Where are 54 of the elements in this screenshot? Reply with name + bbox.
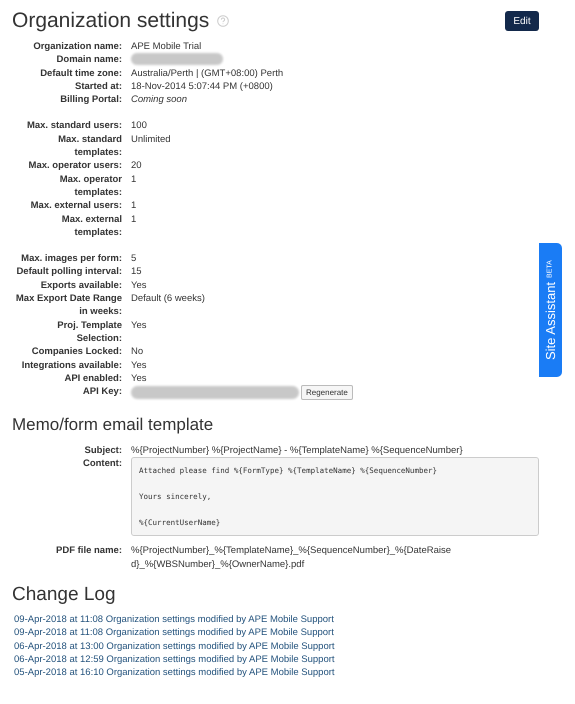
setting-label: Integrations available: (20, 358, 122, 372)
section-heading: Change Log (12, 583, 117, 608)
change-log-link[interactable]: 09-Apr-2018 at 11:08 Organization settings modified by APE Mobile Support (14, 626, 334, 640)
setting-value: Yes (131, 358, 146, 372)
setting-label: Max. images per form: (20, 252, 122, 266)
regenerate-button[interactable]: Regenerate (301, 385, 353, 400)
setting-value: Yes (131, 278, 146, 292)
subject-value: %{ProjectNumber} %{ProjectName} - %{TemplateName} %{SequenceNumber} (131, 444, 463, 458)
edit-button[interactable]: Edit (505, 11, 539, 31)
setting-label: Companies Locked: (30, 345, 122, 359)
setting-label: Exports available: (40, 278, 122, 292)
setting-label: Max. operator users: (28, 159, 122, 173)
section-heading: Memo/form email template (12, 414, 214, 436)
setting-label: Max. standard templates: (57, 132, 122, 160)
page-title: Organization settings (12, 8, 210, 34)
pdf-value: %{ProjectNumber}_%{TemplateName}_%{SequenceNumber}_%{DateRaised}_%{WBSNumber}_%{OwnerName}.pdf (131, 544, 452, 572)
setting-label: Max. external templates: (60, 212, 122, 240)
setting-value: Yes (131, 318, 146, 332)
setting-value: APE Mobile Trial (131, 40, 202, 54)
setting-value: 1 (131, 199, 136, 213)
setting-label: Organization name: (32, 40, 122, 54)
content-label: Content: (82, 457, 122, 472)
help-icon (217, 15, 230, 27)
subject-label: Subject: (84, 444, 122, 458)
setting-label: Max Export Date Range in weeks: (14, 292, 122, 319)
setting-value: Australia/Perth | (GMT+08:00) Perth (131, 66, 284, 80)
setting-label: Billing Portal: (59, 93, 122, 106)
setting-value: Default (6 weeks) (131, 292, 205, 306)
setting-label: Domain name: (56, 53, 122, 67)
setting-label: Max. operator templates: (58, 172, 122, 200)
setting-value: Unlimited (131, 132, 171, 146)
setting-value: No (131, 345, 144, 359)
setting-value: 20 (131, 159, 142, 173)
change-log-link[interactable]: 06-Apr-2018 at 13:00 Organization settings modified by APE Mobile Support (14, 640, 335, 653)
setting-value: Coming soon (131, 93, 187, 106)
setting-value: 18-Nov-2014 5:07:44 PM (+0800) (131, 80, 273, 94)
setting-label: Max. external users: (30, 199, 122, 213)
setting-value: Yes (131, 372, 146, 386)
setting-value: 100 (131, 119, 147, 133)
setting-label: Default polling interval: (15, 265, 122, 279)
setting-label: API enabled: (63, 372, 122, 386)
setting-value: 1 (131, 212, 136, 226)
setting-label: Started at: (74, 80, 122, 94)
setting-label: API Key: (82, 385, 122, 398)
setting-value: 15 (131, 265, 142, 279)
setting-label: Default time zone: (39, 66, 122, 80)
change-log-link[interactable]: 05-Apr-2018 at 16:10 Organization settings modified by APE Mobile Support (14, 666, 335, 680)
setting-label: Proj. Template Selection: (56, 318, 122, 346)
change-log-link[interactable]: 06-Apr-2018 at 12:59 Organization settings modified by APE Mobile Support (14, 652, 335, 666)
setting-value: 1 (131, 172, 136, 186)
setting-label: Max. standard users: (26, 119, 122, 133)
pdf-label: PDF file name: (55, 544, 122, 558)
setting-value: 5 (131, 252, 136, 266)
change-log-link[interactable]: 09-Apr-2018 at 11:08 Organization settings modified by APE Mobile Support (14, 613, 334, 626)
